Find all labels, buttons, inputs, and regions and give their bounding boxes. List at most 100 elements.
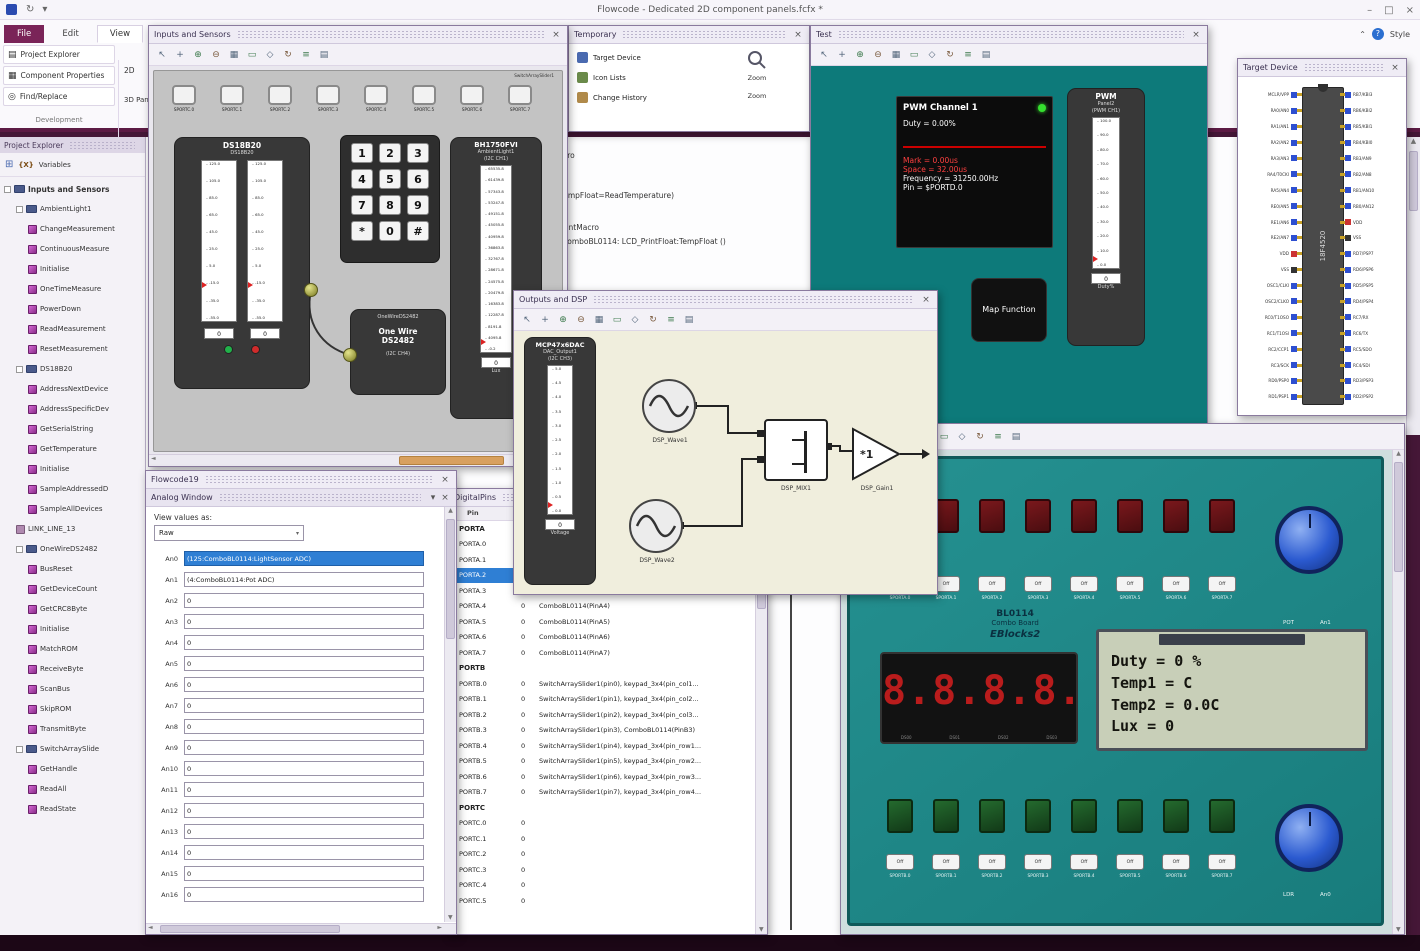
tree-item[interactable]: LINK_LINE_13 <box>0 519 145 539</box>
layout-icon[interactable]: ▤ <box>978 47 994 62</box>
variables-icon[interactable]: {X} <box>18 161 33 169</box>
keypad-key-7[interactable]: 7 <box>351 195 373 215</box>
switch-component[interactable]: SPORTC.1 <box>212 85 252 112</box>
shape-icon[interactable]: ◇ <box>627 312 643 327</box>
cursor-icon[interactable]: ↖ <box>154 47 170 62</box>
map-function-component[interactable]: Map Function <box>971 278 1047 342</box>
close-icon[interactable]: × <box>439 475 451 485</box>
list-icon[interactable]: ≡ <box>990 429 1006 444</box>
window-titlebar[interactable]: Outputs and DSP × <box>514 291 937 309</box>
analog-value-field[interactable]: 0 <box>184 719 424 734</box>
tab-view[interactable]: View <box>96 25 144 43</box>
board-button-sporta-2[interactable]: Off <box>978 576 1006 592</box>
shape-icon[interactable]: ◇ <box>262 47 278 62</box>
layout-icon[interactable]: ▤ <box>316 47 332 62</box>
tree-item[interactable]: GetHandle <box>0 759 145 779</box>
push-switch[interactable] <box>508 85 532 105</box>
tree-item[interactable]: GetCRC8Byte <box>0 599 145 619</box>
refresh-icon[interactable]: ↻ <box>645 312 661 327</box>
window-titlebar[interactable]: Temporary × <box>569 26 809 44</box>
panel-icon[interactable]: ▭ <box>609 312 625 327</box>
temperature-value-1[interactable]: 0 <box>204 327 234 339</box>
keypad-key-1[interactable]: 1 <box>351 143 373 163</box>
keypad-key-5[interactable]: 5 <box>379 169 401 189</box>
maximize-icon[interactable]: □ <box>1384 5 1393 16</box>
pot-knob[interactable] <box>1275 506 1343 574</box>
zoom-out-icon[interactable]: ⊖ <box>870 47 886 62</box>
pin-row[interactable]: PORTB.4 0 SwitchArraySlider1(pin4), keypad… <box>449 738 755 754</box>
pin-row[interactable]: PORTC.4 0 <box>449 878 755 894</box>
style-label[interactable]: Style <box>1390 30 1410 39</box>
board-button-sporta-5[interactable]: Off <box>1116 576 1144 592</box>
layout-icon[interactable]: ▤ <box>681 312 697 327</box>
pin-row[interactable]: PORTA.6 0 ComboBL0114(PinA6) <box>449 630 755 646</box>
analog-value-field[interactable]: 0 <box>184 782 424 797</box>
view-values-select[interactable]: Raw ▾ <box>154 525 304 541</box>
keypad-key-4[interactable]: 4 <box>351 169 373 189</box>
tree-item[interactable]: AddressNextDevice <box>0 379 145 399</box>
pin-row[interactable]: PORTC.3 0 <box>449 862 755 878</box>
onewire-component[interactable]: OneWireDS2482 One Wire DS2482 (I2C CH4) <box>350 309 446 395</box>
board-button-sportb-5[interactable]: Off <box>1116 854 1144 870</box>
pin-row[interactable]: PORTC.0 0 <box>449 816 755 832</box>
switch-component[interactable]: SPORTC.2 <box>260 85 300 112</box>
push-switch[interactable] <box>316 85 340 105</box>
tree-item[interactable]: TransmitByte <box>0 719 145 739</box>
board-button-sporta-4[interactable]: Off <box>1070 576 1098 592</box>
close-icon[interactable]: × <box>1406 5 1414 16</box>
board-button-sportb-0[interactable]: Off <box>886 854 914 870</box>
pwm-slider-component[interactable]: PWM Panel2 (PWM CH1) 100.090.080.070.060… <box>1067 88 1145 346</box>
tree-item[interactable]: Initialise <box>0 459 145 479</box>
tree-item[interactable]: ScanBus <box>0 679 145 699</box>
close-icon[interactable]: × <box>1389 63 1401 73</box>
grid-icon[interactable]: ▦ <box>591 312 607 327</box>
project-explorer-button[interactable]: ▤ Project Explorer <box>3 45 115 64</box>
tree-item[interactable]: OneWireDS2482 <box>0 539 145 559</box>
onewire-bus-node[interactable] <box>343 348 357 362</box>
pin-row[interactable]: PORTB.1 0 SwitchArraySlider1(pin1), keypad… <box>449 692 755 708</box>
close-icon[interactable]: × <box>439 493 451 503</box>
switch-component[interactable]: SPORTC.7 <box>500 85 540 112</box>
tab-edit[interactable]: Edit <box>49 25 91 43</box>
board-button-sportb-3[interactable]: Off <box>1024 854 1052 870</box>
pan-icon[interactable]: + <box>537 312 553 327</box>
expand-icon[interactable] <box>4 185 11 193</box>
pan-icon[interactable]: + <box>172 47 188 62</box>
switch-component[interactable]: SPORTC.5 <box>404 85 444 112</box>
pin-row[interactable]: PORTB.7 0 SwitchArraySlider1(pin7), keypad… <box>449 785 755 801</box>
component-value[interactable]: 0 <box>1091 273 1121 284</box>
scroll-right-icon[interactable]: ► <box>437 924 442 931</box>
tree-item[interactable]: GetTemperature <box>0 439 145 459</box>
dsp-wave1-component[interactable] <box>642 379 696 433</box>
tree-item[interactable]: GetSerialString <box>0 419 145 439</box>
tree-item[interactable]: ResetMeasurement <box>0 339 145 359</box>
board-button-sporta-6[interactable]: Off <box>1162 576 1190 592</box>
close-icon[interactable]: × <box>920 295 932 305</box>
zoom-in-icon[interactable]: ⊕ <box>190 47 206 62</box>
tree-item[interactable]: DS18B20 <box>0 359 145 379</box>
analog-value-field[interactable]: 0 <box>184 614 424 629</box>
keypad-key-9[interactable]: 9 <box>407 195 429 215</box>
analog-value-field[interactable]: 0 <box>184 698 424 713</box>
scrollbar-thumb[interactable] <box>1409 151 1418 211</box>
board-button-sporta-3[interactable]: Off <box>1024 576 1052 592</box>
analog-value-field[interactable]: 0 <box>184 656 424 671</box>
panel-icon[interactable]: ▭ <box>244 47 260 62</box>
port-group-row[interactable]: ▸PORTC <box>449 800 755 816</box>
keypad-key-8[interactable]: 8 <box>379 195 401 215</box>
refresh-icon[interactable]: ↻ <box>972 429 988 444</box>
variables-label[interactable]: Variables <box>39 161 71 169</box>
pin-row[interactable]: PORTA.7 0 ComboBL0114(PinA7) <box>449 645 755 661</box>
scrollbar-thumb[interactable] <box>1394 462 1403 572</box>
dsp-wave2-component[interactable] <box>629 499 683 553</box>
dac-component[interactable]: MCP47x6DAC DAC_Output1 (I2C CH3) 5.04.54… <box>524 337 596 585</box>
tree-item[interactable]: MatchROM <box>0 639 145 659</box>
analog-value-field[interactable]: 0 <box>184 761 424 776</box>
tree-item[interactable]: OneTimeMeasure <box>0 279 145 299</box>
voltage-value[interactable]: 0 <box>545 519 575 530</box>
scroll-down-icon[interactable]: ▼ <box>1396 926 1401 933</box>
scroll-up-icon[interactable]: ▲ <box>448 507 453 514</box>
tree-item[interactable]: ReadState <box>0 799 145 819</box>
cursor-icon[interactable]: ↖ <box>816 47 832 62</box>
analog-value-field[interactable]: 0 <box>184 866 424 881</box>
